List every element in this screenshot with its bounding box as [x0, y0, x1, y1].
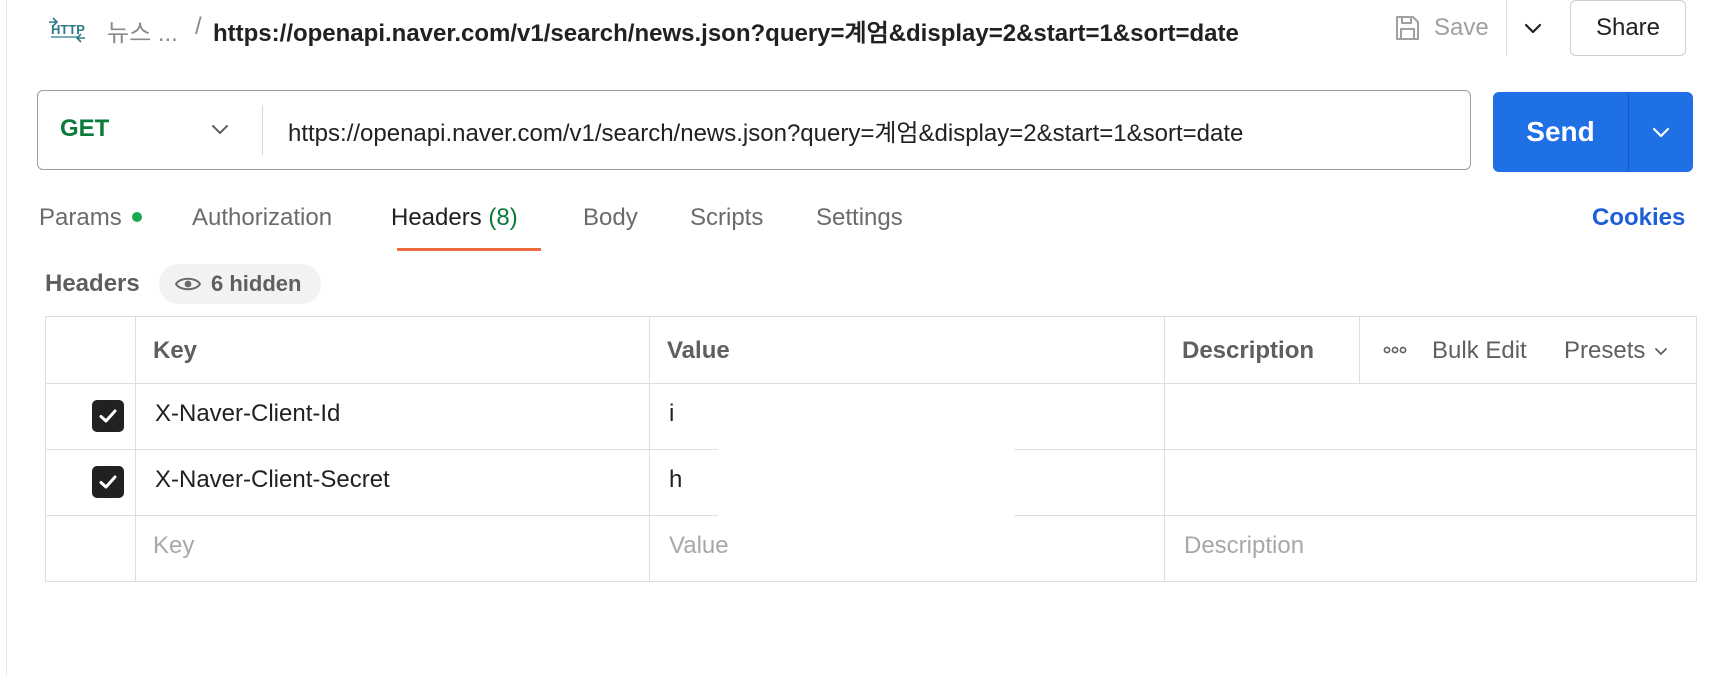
save-button[interactable]: Save — [1392, 6, 1489, 50]
column-header-description: Description — [1182, 337, 1315, 364]
header-value-cell[interactable]: h — [669, 466, 682, 494]
cookies-link[interactable]: Cookies — [1592, 204, 1685, 232]
redacted-area — [718, 391, 1014, 523]
chevron-down-icon — [1652, 127, 1670, 138]
headers-table: Key Value Description Bulk Edit Presets … — [45, 316, 1697, 582]
presets-label: Presets — [1564, 337, 1646, 364]
request-bar: GET — [37, 90, 1471, 170]
http-icon: HTTP — [49, 17, 85, 43]
save-icon — [1396, 16, 1419, 40]
headers-count: (8) — [488, 204, 518, 231]
check-icon — [99, 409, 117, 423]
tab-settings[interactable]: Settings — [816, 204, 903, 232]
chevron-down-icon[interactable] — [206, 115, 234, 143]
chevron-down-icon — [1655, 348, 1668, 355]
new-key-input[interactable]: Key — [153, 532, 194, 560]
tab-authorization[interactable]: Authorization — [192, 204, 332, 232]
active-tab-indicator — [397, 248, 541, 251]
divider — [46, 383, 1696, 384]
check-icon — [99, 475, 117, 489]
tab-label: Authorization — [192, 204, 333, 231]
header-value-cell[interactable]: i — [669, 400, 674, 428]
request-title[interactable]: https://openapi.naver.com/v1/search/news… — [213, 13, 1239, 48]
send-button[interactable]: Send — [1493, 92, 1628, 172]
url-input[interactable] — [288, 105, 1448, 155]
row-enabled-checkbox[interactable] — [92, 400, 124, 432]
row-enabled-checkbox[interactable] — [92, 466, 124, 498]
tab-scripts[interactable]: Scripts — [690, 204, 763, 232]
share-button[interactable]: Share — [1570, 0, 1686, 56]
send-options-button[interactable] — [1629, 92, 1693, 172]
tab-label: Body — [583, 204, 638, 231]
chevron-down-icon[interactable] — [1519, 14, 1547, 42]
headers-section-title: Headers — [45, 270, 140, 297]
request-panel: HTTP 뉴스 ... / https://openapi.naver.com/… — [6, 0, 1726, 676]
method-select[interactable]: GET — [60, 115, 109, 143]
more-horizontal-icon[interactable] — [1382, 343, 1408, 357]
divider — [1359, 317, 1360, 383]
breadcrumb: HTTP 뉴스 ... / https://openapi.naver.com/… — [7, 0, 1726, 60]
tab-body[interactable]: Body — [583, 204, 638, 232]
params-indicator — [131, 211, 142, 222]
divider — [262, 105, 263, 155]
tab-label: Params — [39, 204, 122, 231]
divider — [1506, 0, 1507, 56]
breadcrumb-separator: / — [195, 13, 202, 40]
tab-label: Headers — [391, 204, 482, 231]
save-label: Save — [1434, 14, 1489, 41]
tab-params[interactable]: Params — [39, 204, 142, 232]
column-header-value: Value — [667, 337, 730, 364]
breadcrumb-parent[interactable]: 뉴스 ... — [107, 13, 178, 48]
presets-dropdown[interactable]: Presets — [1564, 337, 1669, 365]
header-key-cell[interactable]: X-Naver-Client-Id — [155, 400, 340, 428]
tab-label: Settings — [816, 204, 903, 231]
new-description-input[interactable]: Description — [1184, 532, 1304, 560]
hidden-headers-toggle[interactable]: 6 hidden — [159, 264, 322, 304]
column-header-key: Key — [153, 337, 198, 364]
send-button-group: Send — [1493, 92, 1693, 172]
eye-icon — [175, 277, 201, 291]
new-value-input[interactable]: Value — [669, 532, 729, 560]
hidden-count-label: 6 hidden — [211, 271, 302, 296]
tab-label: Scripts — [690, 204, 764, 231]
header-key-cell[interactable]: X-Naver-Client-Secret — [155, 466, 390, 494]
tab-headers[interactable]: Headers (8) — [391, 204, 518, 232]
bulk-edit-button[interactable]: Bulk Edit — [1432, 337, 1527, 365]
